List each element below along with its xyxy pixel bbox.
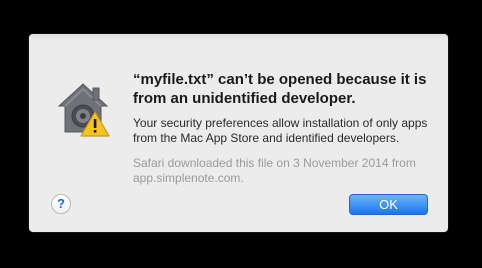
- dialog-message: Your security preferences allow installa…: [133, 116, 428, 145]
- download-source-note: Safari downloaded this file on 3 Novembe…: [133, 156, 416, 185]
- dialog-title: “myfile.txt” can’t be opened because it …: [133, 71, 427, 107]
- security-alert-dialog: “myfile.txt” can’t be opened because it …: [29, 34, 448, 232]
- dialog-title-strip: [29, 34, 448, 40]
- ok-button[interactable]: OK: [349, 194, 428, 215]
- gatekeeper-warning-icon: [51, 76, 115, 140]
- help-button[interactable]: ?: [51, 194, 71, 214]
